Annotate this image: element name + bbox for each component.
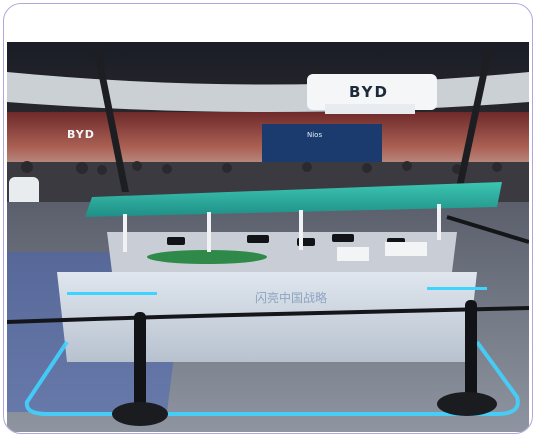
model-block-1 [337, 247, 369, 261]
byd-logo-1: BYD [349, 83, 389, 101]
stanchion-left-base [112, 402, 168, 426]
base-glow-left [67, 292, 157, 295]
stanchion-right [465, 300, 477, 400]
model-block-2 [385, 242, 427, 256]
photo-card: Nios BYD BYD 闪亮中国战略 [3, 3, 533, 434]
stanchion-right-base [437, 392, 497, 416]
green-track [147, 250, 267, 264]
base-glow-right [427, 287, 487, 290]
exhibit-sign: 闪亮中国战略 [255, 290, 327, 305]
stanchion-left [134, 312, 146, 407]
screen-text: Nios [307, 131, 322, 139]
byd-logo-2: BYD [67, 128, 95, 141]
expo-photo: Nios BYD BYD 闪亮中国战略 [7, 42, 529, 432]
led-screen [262, 124, 382, 164]
byd-sign-lower [325, 104, 415, 114]
